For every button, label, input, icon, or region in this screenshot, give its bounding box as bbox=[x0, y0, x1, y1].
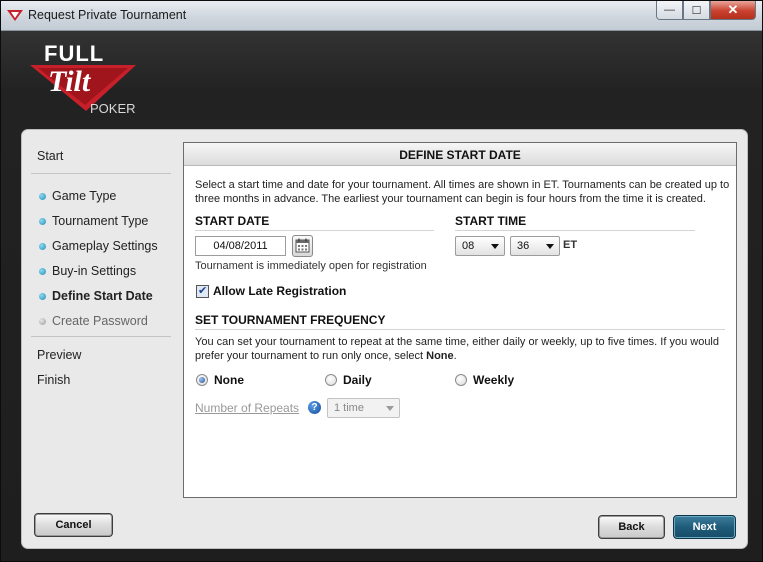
chevron-down-icon bbox=[386, 406, 394, 411]
calendar-icon[interactable] bbox=[292, 235, 313, 257]
next-button[interactable]: Next bbox=[673, 515, 736, 539]
svg-text:FULL: FULL bbox=[44, 41, 104, 66]
minute-value: 36 bbox=[517, 240, 530, 252]
app-icon bbox=[7, 10, 23, 21]
frequency-daily-radio[interactable] bbox=[325, 374, 337, 386]
cancel-button[interactable]: Cancel bbox=[34, 513, 113, 537]
sidebar-item-preview[interactable]: Preview bbox=[37, 348, 81, 362]
start-date-input[interactable]: 04/08/2011 bbox=[195, 236, 286, 256]
frequency-text: You can set your tournament to repeat at… bbox=[195, 336, 719, 362]
window-controls: — ☐ ✕ bbox=[656, 1, 756, 21]
minute-select[interactable]: 36 bbox=[510, 236, 560, 256]
start-time-heading: START TIME bbox=[455, 214, 527, 228]
chevron-down-icon bbox=[491, 244, 499, 249]
timezone-label: ET bbox=[563, 239, 578, 251]
sidebar-item-define-start-date[interactable]: Define Start Date bbox=[37, 289, 153, 303]
sidebar-item-start[interactable]: Start bbox=[37, 149, 63, 163]
late-registration-label[interactable]: Allow Late Registration bbox=[213, 284, 346, 298]
sidebar-item-buy-in-settings[interactable]: Buy-in Settings bbox=[37, 264, 136, 278]
sidebar-item-game-type[interactable]: Game Type bbox=[37, 189, 116, 203]
divider bbox=[195, 329, 725, 330]
frequency-text-bold: None bbox=[426, 350, 454, 362]
sidebar-divider bbox=[31, 173, 171, 174]
registration-note: Tournament is immediately open for regis… bbox=[195, 260, 427, 272]
calendar-icon bbox=[295, 238, 310, 253]
hour-value: 08 bbox=[462, 240, 475, 252]
panel-header: DEFINE START DATE bbox=[184, 143, 736, 166]
intro-text: Select a start time and date for your to… bbox=[195, 179, 730, 205]
frequency-weekly-label[interactable]: Weekly bbox=[473, 373, 514, 387]
close-icon[interactable]: ✕ bbox=[710, 1, 756, 20]
back-button[interactable]: Back bbox=[598, 515, 665, 539]
chevron-down-icon bbox=[546, 244, 554, 249]
frequency-none-radio[interactable] bbox=[196, 374, 208, 386]
frequency-weekly-radio[interactable] bbox=[455, 374, 467, 386]
help-icon[interactable]: ? bbox=[308, 401, 321, 414]
frequency-daily-label[interactable]: Daily bbox=[343, 373, 372, 387]
svg-text:Tilt: Tilt bbox=[48, 65, 92, 98]
frequency-text-end: . bbox=[453, 350, 457, 362]
number-of-repeats-label: Number of Repeats bbox=[195, 401, 300, 415]
sidebar-item-gameplay-settings[interactable]: Gameplay Settings bbox=[37, 239, 158, 253]
title-bar: Request Private Tournament — ☐ ✕ bbox=[1, 1, 762, 31]
divider bbox=[195, 230, 434, 231]
app-window: Request Private Tournament — ☐ ✕ FULL Ti… bbox=[0, 0, 763, 562]
svg-text:POKER: POKER bbox=[90, 101, 136, 116]
frequency-description: You can set your tournament to repeat at… bbox=[195, 335, 730, 363]
window-title: Request Private Tournament bbox=[28, 8, 187, 22]
sidebar-item-tournament-type[interactable]: Tournament Type bbox=[37, 214, 148, 228]
maximize-icon[interactable]: ☐ bbox=[683, 1, 710, 20]
sidebar-item-finish[interactable]: Finish bbox=[37, 373, 70, 387]
define-start-date-panel: DEFINE START DATE Select a start time an… bbox=[183, 142, 737, 498]
hour-select[interactable]: 08 bbox=[455, 236, 505, 256]
sidebar-divider bbox=[31, 336, 171, 337]
frequency-heading: SET TOURNAMENT FREQUENCY bbox=[195, 313, 386, 327]
sidebar-item-create-password: Create Password bbox=[37, 314, 148, 328]
repeats-value: 1 time bbox=[334, 402, 364, 414]
full-tilt-poker-logo: FULL Tilt POKER bbox=[30, 41, 136, 116]
repeats-select: 1 time bbox=[327, 398, 400, 418]
start-date-heading: START DATE bbox=[195, 214, 270, 228]
minimize-icon[interactable]: — bbox=[656, 1, 683, 20]
divider bbox=[455, 230, 695, 231]
frequency-none-label[interactable]: None bbox=[214, 373, 244, 387]
late-registration-checkbox[interactable] bbox=[196, 284, 209, 298]
